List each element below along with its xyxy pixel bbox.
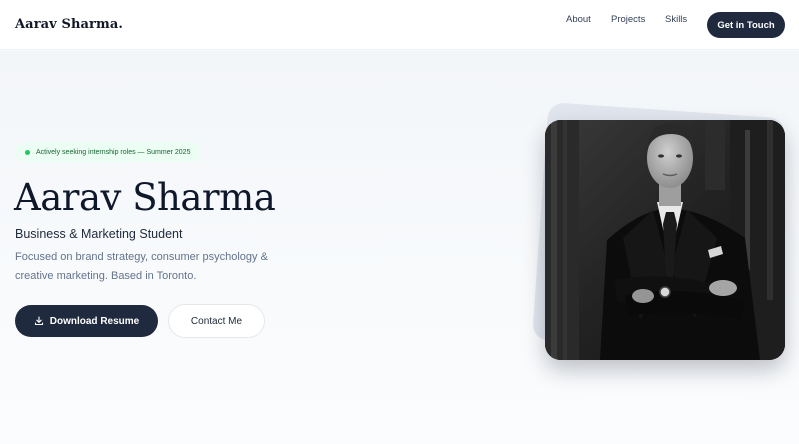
brand-logo[interactable]: Aarav Sharma. (15, 17, 123, 32)
hero-subtitle: Business & Marketing Student (15, 227, 183, 241)
download-resume-label: Download Resume (49, 315, 140, 327)
nav-link-skills[interactable]: Skills (665, 14, 687, 25)
status-dot-icon (25, 149, 30, 155)
status-badge: Actively seeking internship roles — Summ… (15, 142, 201, 162)
profile-photo (545, 120, 785, 360)
status-badge-text: Actively seeking internship roles — Summ… (36, 148, 191, 156)
nav-link-about[interactable]: About (566, 14, 591, 25)
download-resume-button[interactable]: Download Resume (15, 305, 158, 337)
top-navigation-bar: Aarav Sharma. About Projects Skills Get … (0, 0, 799, 50)
portrait-image (545, 120, 785, 360)
hero-description-line: creative marketing. Based in Toronto. (15, 270, 197, 282)
get-in-touch-button[interactable]: Get in Touch (707, 12, 785, 38)
nav-link-projects[interactable]: Projects (611, 14, 645, 25)
hero-description: Focused on brand strategy, consumer psyc… (15, 248, 315, 286)
hero-title: Aarav Sharma (14, 176, 276, 219)
hero-description-line: Focused on brand strategy, consumer psyc… (15, 251, 268, 263)
download-icon (34, 316, 43, 326)
contact-me-button[interactable]: Contact Me (168, 304, 265, 338)
